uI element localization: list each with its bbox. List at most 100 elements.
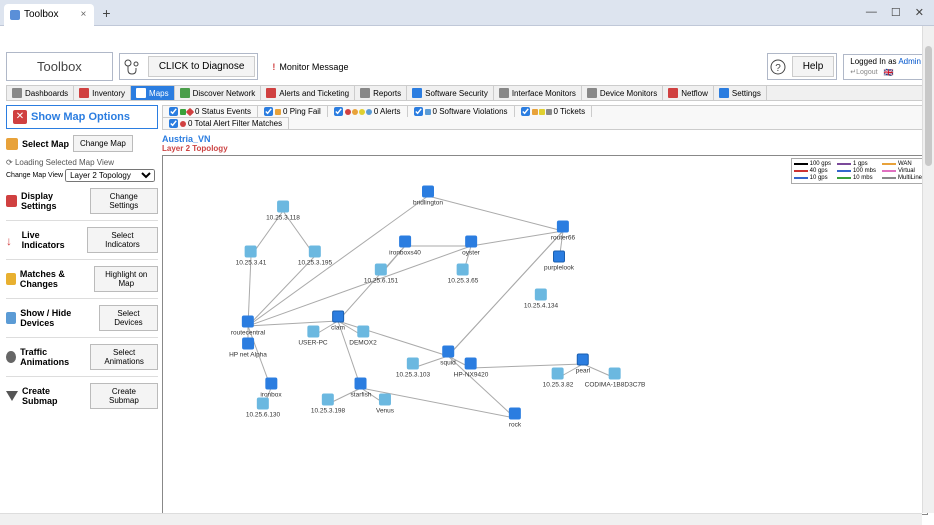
node-n1[interactable]: 10.25.3.118 (266, 201, 300, 222)
browser-tab[interactable]: Toolbox × (4, 4, 94, 26)
filter-ping[interactable]: 0 Ping Fail (258, 106, 328, 117)
filter-tickets-check[interactable] (521, 107, 530, 116)
filter-status-label: 0 Status Events (195, 107, 251, 116)
node-venus[interactable]: Venus (376, 394, 394, 415)
filter-total-check[interactable] (169, 119, 178, 128)
device-icon (265, 378, 277, 390)
device-icon (277, 201, 289, 213)
devices-icon (6, 312, 16, 324)
filter-total[interactable]: 0 Total Alert Filter Matches (163, 117, 289, 129)
node-label: Venus (376, 408, 394, 415)
logout-link[interactable]: ↵Logout (850, 68, 877, 76)
node-n24[interactable]: 10.25.6.130 (246, 398, 280, 419)
node-router66[interactable]: router66 (551, 221, 575, 242)
select-map-label: Select Map (22, 139, 69, 149)
legend-item: WAN (882, 161, 922, 167)
menu-interface-monitors[interactable]: Interface Monitors (494, 86, 582, 100)
minimize-icon[interactable]: — (866, 6, 877, 19)
node-routecentral[interactable]: routecentral (231, 316, 265, 337)
node-hpnx[interactable]: HP-NX9420 (454, 358, 489, 379)
scroll-thumb[interactable] (925, 46, 932, 166)
node-hpnet[interactable]: HP net Alpha (229, 338, 267, 359)
device-icon (465, 236, 477, 248)
scrollbar-vertical[interactable] (922, 26, 934, 513)
filter-alerts-check[interactable] (334, 107, 343, 116)
node-n6[interactable]: 10.25.6.151 (364, 264, 398, 285)
node-starfish[interactable]: starfish (351, 378, 372, 399)
exclamation-icon: ! (272, 62, 275, 72)
device-icon (407, 358, 419, 370)
node-n8[interactable]: 10.25.3.65 (448, 264, 479, 285)
close-window-icon[interactable]: ✕ (915, 6, 924, 19)
node-rock[interactable]: rock (509, 408, 521, 429)
node-demox2[interactable]: DEMOX2 (349, 326, 376, 347)
menu-discover[interactable]: Discover Network (175, 86, 262, 100)
showhide-label: Show / Hide Devices (20, 308, 95, 328)
sidebar-title-box: ✕ Show Map Options (6, 105, 158, 129)
filter-tickets[interactable]: 0 Tickets (515, 106, 593, 117)
device-icon (309, 246, 321, 258)
monitor-message: ! Monitor Message (264, 62, 356, 72)
node-purplelook[interactable]: purplelook (544, 251, 574, 272)
click-diagnose-button[interactable]: CLICK to Diagnose (148, 56, 256, 77)
filter-software[interactable]: 0 Software Violations (408, 106, 515, 117)
device-icon (322, 394, 334, 406)
menu-device-monitors[interactable]: Device Monitors (582, 86, 663, 100)
highlight-button[interactable]: Highlight on Map (94, 266, 158, 292)
toolbox-button[interactable]: Toolbox (6, 52, 113, 81)
menu-maps[interactable]: Maps (131, 86, 175, 100)
menu-alerts[interactable]: Alerts and Ticketing (261, 86, 355, 100)
menu-netflow[interactable]: Netflow (663, 86, 714, 100)
node-codima[interactable]: CODIMA-1B8D3C7B (585, 368, 646, 389)
change-map-view-select[interactable]: Layer 2 Topology (65, 169, 155, 182)
change-map-button[interactable]: Change Map (73, 135, 133, 152)
node-label: 10.25.3.195 (298, 260, 332, 267)
main: ✕ Show Map Options Select Map Change Map… (6, 105, 928, 515)
node-oyster[interactable]: oyster (462, 236, 480, 257)
select-indicators-button[interactable]: Select Indicators (87, 227, 158, 253)
legend-item: 40 gps (794, 168, 831, 174)
close-icon[interactable]: × (80, 9, 86, 20)
filter-status-check[interactable] (169, 107, 178, 116)
node-userpc[interactable]: USER-PC (298, 326, 327, 347)
loading-text: ⟳ Loading Selected Map View (6, 158, 158, 167)
flag-icon[interactable]: 🇬🇧 (884, 68, 894, 77)
node-bridlington[interactable]: bridlington (413, 186, 443, 207)
node-n15[interactable]: 10.25.4.134 (524, 289, 558, 310)
menu-settings[interactable]: Settings (714, 86, 767, 100)
scrollbar-horizontal[interactable] (0, 513, 922, 525)
device-icon (332, 311, 344, 323)
select-devices-button[interactable]: Select Devices (99, 305, 158, 331)
menu-inventory[interactable]: Inventory (74, 86, 131, 100)
node-label: 10.25.3.118 (266, 215, 300, 222)
node-n2[interactable]: 10.25.3.41 (236, 246, 267, 267)
close-panel-icon[interactable]: ✕ (13, 110, 27, 124)
menu-software-security[interactable]: Software Security (407, 86, 494, 100)
menu-reports[interactable]: Reports (355, 86, 407, 100)
filter-ping-check[interactable] (264, 107, 273, 116)
node-label: bridlington (413, 200, 443, 207)
device-icon (245, 246, 257, 258)
filter-alerts[interactable]: 0 Alerts (328, 106, 408, 117)
maximize-icon[interactable]: ☐ (891, 6, 901, 19)
change-settings-button[interactable]: Change Settings (90, 188, 158, 214)
help-button[interactable]: Help (792, 56, 835, 77)
filter-status[interactable]: 0 Status Events (163, 106, 258, 117)
topology-canvas[interactable]: 100 gps1 gpsWAN40 gps100 mbsVirtual10 gp… (162, 155, 928, 515)
select-animations-button[interactable]: Select Animations (90, 344, 158, 370)
filter-software-check[interactable] (414, 107, 423, 116)
node-n18[interactable]: 10.25.3.103 (396, 358, 430, 379)
new-tab-button[interactable]: + (102, 5, 110, 21)
node-ironboxs40[interactable]: ironboxs40 (389, 236, 421, 257)
node-label: HP net Alpha (229, 352, 267, 359)
tab-favicon (10, 10, 20, 20)
traffic-label: Traffic Animations (20, 347, 86, 367)
menu-dashboards[interactable]: Dashboards (7, 86, 74, 100)
node-n3[interactable]: 10.25.3.195 (298, 246, 332, 267)
node-clam[interactable]: clam (331, 311, 345, 332)
node-n26[interactable]: 10.25.3.198 (311, 394, 345, 415)
node-n20[interactable]: 10.25.3.82 (543, 368, 574, 389)
node-ironbox[interactable]: ironbox (260, 378, 281, 399)
filter-tickets-label: 0 Tickets (554, 107, 586, 116)
create-submap-button[interactable]: Create Submap (90, 383, 158, 409)
